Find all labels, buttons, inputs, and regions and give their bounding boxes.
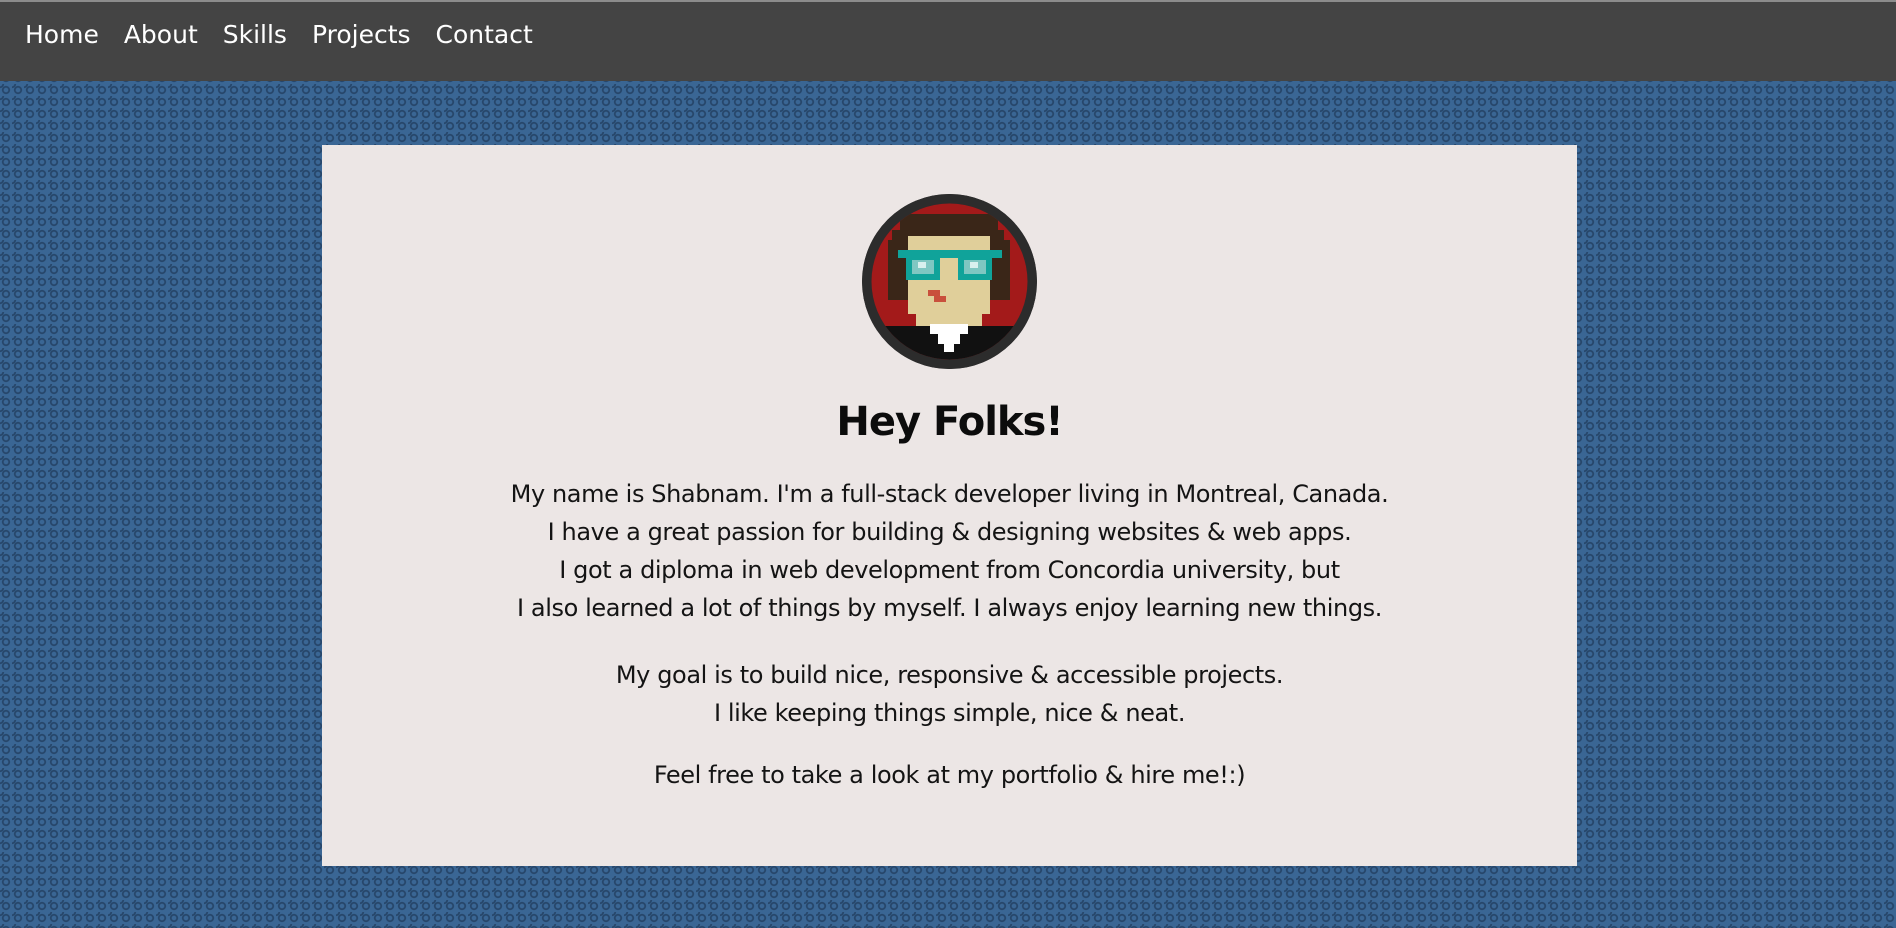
nav-links: Home About Skills Projects Contact [25,18,533,52]
intro-line: I have a great passion for building & de… [547,518,1352,546]
nav-link-contact[interactable]: Contact [436,18,533,52]
goal-line: My goal is to build nice, responsive & a… [615,661,1284,689]
closing-paragraph: Feel free to take a look at my portfolio… [322,756,1577,794]
nav-link-skills[interactable]: Skills [223,18,287,52]
avatar [862,194,1037,369]
about-card: Hey Folks! My name is Shabnam. I'm a ful… [322,145,1577,866]
pixel-art-avatar-icon [862,194,1037,369]
closing-line: Feel free to take a look at my portfolio… [653,761,1246,789]
nav-link-projects[interactable]: Projects [312,18,411,52]
intro-line: I also learned a lot of things by myself… [517,594,1382,622]
intro-line: My name is Shabnam. I'm a full-stack dev… [510,480,1389,508]
intro-paragraph: My name is Shabnam. I'm a full-stack dev… [322,475,1577,627]
top-navbar: Home About Skills Projects Contact [0,2,1896,81]
intro-line: I got a diploma in web development from … [559,556,1340,584]
goal-line: I like keeping things simple, nice & nea… [713,699,1186,727]
page-title: Hey Folks! [836,399,1063,445]
goal-paragraph: My goal is to build nice, responsive & a… [322,656,1577,732]
nav-link-home[interactable]: Home [25,18,99,52]
nav-link-about[interactable]: About [124,18,198,52]
